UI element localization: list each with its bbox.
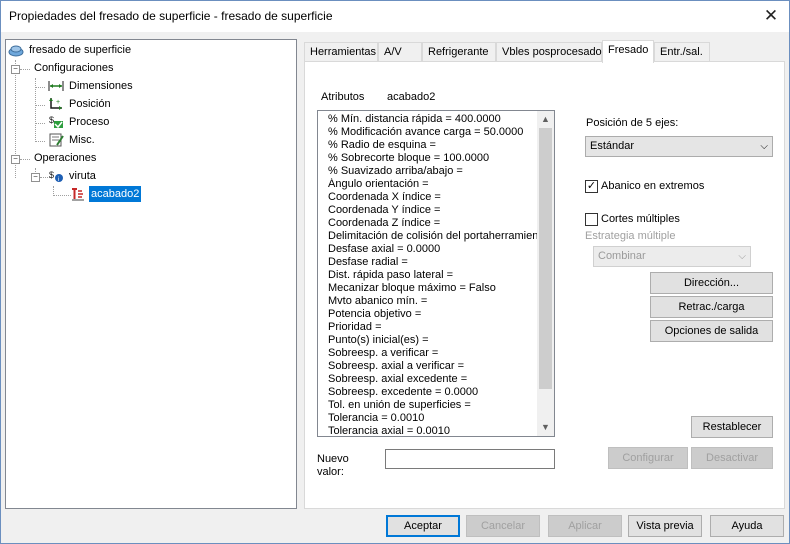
dimensions-icon [48, 81, 64, 92]
tree-item-viruta[interactable]: $ i viruta [48, 168, 98, 184]
aplicar-button[interactable]: Aplicar [548, 515, 622, 537]
opciones-salida-button[interactable]: Opciones de salida [650, 320, 773, 342]
chevron-down-icon: ⌵ [738, 251, 746, 262]
checkbox-unchecked-icon [585, 213, 598, 226]
properties-dialog: Propiedades del fresado de superficie - … [0, 0, 790, 544]
attribute-row[interactable]: Punto(s) inicial(es) = [318, 334, 538, 347]
attribute-row[interactable]: % Modificación avance carga = 50.0000 [318, 126, 538, 139]
scroll-down-icon[interactable]: ▼ [537, 419, 554, 436]
chevron-down-icon: ⌵ [760, 141, 768, 152]
position-icon: + [49, 98, 62, 111]
collapse-operaciones-icon[interactable]: − [11, 155, 20, 164]
svg-text:i: i [58, 177, 59, 183]
window-title: Propiedades del fresado de superficie - … [9, 9, 333, 23]
tab-entr-sal[interactable]: Entr./sal. [654, 42, 710, 62]
estrategia-label: Estrategia múltiple [585, 230, 676, 242]
collapse-viruta-icon[interactable]: − [31, 173, 40, 182]
attribute-row[interactable]: Coordenada X índice = [318, 191, 538, 204]
attribute-row[interactable]: Tolerancia axial = 0.0010 [318, 425, 538, 436]
tree-item-operaciones[interactable]: Operaciones [32, 150, 98, 166]
chip-info-icon: $ i [49, 170, 63, 183]
attribute-row[interactable]: Sobreesp. a verificar = [318, 347, 538, 360]
surface-mill-icon [8, 45, 24, 57]
ayuda-button[interactable]: Ayuda [710, 515, 784, 537]
attribute-row[interactable]: Sobreesp. excedente = 0.0000 [318, 386, 538, 399]
attributes-label: Atributos [321, 91, 365, 103]
direccion-button[interactable]: Dirección... [650, 272, 773, 294]
operation-tree[interactable]: fresado de superficie − Configuraciones … [5, 39, 297, 509]
tree-item-dimensiones[interactable]: Dimensiones [48, 78, 135, 94]
attribute-row[interactable]: Tol. en unión de superficies = [318, 399, 538, 412]
attribute-row[interactable]: % Mín. distancia rápida = 400.0000 [318, 113, 538, 126]
cancelar-button[interactable]: Cancelar [466, 515, 540, 537]
attribute-row[interactable]: Dist. rápida paso lateral = [318, 269, 538, 282]
attribute-row[interactable]: % Sobrecorte bloque = 100.0000 [318, 152, 538, 165]
attributes-scrollbar[interactable]: ▲ ▼ [537, 111, 554, 436]
new-value-label-1: Nuevo [317, 453, 349, 465]
collapse-configuraciones-icon[interactable]: − [11, 65, 20, 74]
attribute-row[interactable]: Delimitación de colisión del portaherram… [318, 230, 538, 243]
tree-root-label: fresado de superficie [29, 44, 132, 56]
attribute-row[interactable]: Coordenada Z índice = [318, 217, 538, 230]
attribute-row[interactable]: Potencia objetivo = [318, 308, 538, 321]
close-icon[interactable]: ✕ [757, 3, 785, 29]
attributes-list[interactable]: % Mín. distancia rápida = 400.0000% Modi… [317, 110, 555, 437]
tab-fresado[interactable]: Fresado [602, 40, 654, 63]
retrac-carga-button[interactable]: Retrac./carga [650, 296, 773, 318]
tree-item-misc[interactable]: Misc. [48, 132, 97, 148]
svg-text:+: + [56, 99, 60, 106]
vista-previa-button[interactable]: Vista previa [628, 515, 702, 537]
process-icon: $ [49, 115, 63, 129]
estrategia-select[interactable]: Combinar ⌵ [593, 246, 751, 267]
tree-item-proceso[interactable]: $ Proceso [48, 114, 111, 130]
finishing-op-icon [72, 188, 84, 201]
tree-item-posicion[interactable]: + Posición [48, 96, 113, 112]
aceptar-button[interactable]: Aceptar [386, 515, 460, 537]
five-axis-label: Posición de 5 ejes: [586, 117, 679, 129]
checkbox-checked-icon: ✓ [585, 180, 598, 193]
tab-av[interactable]: A/V [378, 42, 422, 62]
attribute-row[interactable]: Mvto abanico mín. = [318, 295, 538, 308]
configurar-button[interactable]: Configurar [608, 447, 688, 469]
cortes-checkbox[interactable]: Cortes múltiples [585, 213, 680, 227]
tab-herramientas[interactable]: Herramientas [304, 42, 378, 62]
misc-icon [49, 133, 64, 147]
attribute-row[interactable]: Ángulo orientación = [318, 178, 538, 191]
attribute-row[interactable]: % Suavizado arriba/abajo = [318, 165, 538, 178]
abanico-checkbox[interactable]: ✓ Abanico en extremos [585, 180, 704, 194]
attribute-row[interactable]: Desfase axial = 0.0000 [318, 243, 538, 256]
attribute-row[interactable]: Prioridad = [318, 321, 538, 334]
title-bar: Propiedades del fresado de superficie - … [1, 1, 789, 32]
five-axis-select[interactable]: Estándar ⌵ [585, 136, 773, 157]
attribute-row[interactable]: Tolerancia = 0.0010 [318, 412, 538, 425]
svg-text:$: $ [49, 115, 54, 125]
tab-refrigerante[interactable]: Refrigerante [422, 42, 496, 62]
attribute-row[interactable]: Coordenada Y índice = [318, 204, 538, 217]
attribute-row[interactable]: Sobreesp. axial a verificar = [318, 360, 538, 373]
attribute-row[interactable]: % Radio de esquina = [318, 139, 538, 152]
svg-text:$: $ [49, 170, 54, 180]
attribute-row[interactable]: Desfase radial = [318, 256, 538, 269]
attribute-row[interactable]: Mecanizar bloque máximo = Falso [318, 282, 538, 295]
scroll-thumb[interactable] [539, 128, 552, 389]
desactivar-button[interactable]: Desactivar [691, 447, 773, 469]
tree-item-acabado2[interactable]: acabado2 [70, 186, 142, 202]
scroll-up-icon[interactable]: ▲ [537, 111, 554, 128]
new-value-label-2: valor: [317, 466, 344, 478]
new-value-input[interactable] [385, 449, 555, 469]
tree-item-configuraciones[interactable]: Configuraciones [32, 60, 116, 76]
tab-vbles-posprocesado[interactable]: Vbles posprocesado [496, 42, 602, 62]
attribute-row[interactable]: Sobreesp. axial excedente = [318, 373, 538, 386]
tree-root[interactable]: fresado de superficie [8, 42, 133, 58]
restablecer-button[interactable]: Restablecer [691, 416, 773, 438]
attributes-operation-name: acabado2 [387, 91, 436, 103]
